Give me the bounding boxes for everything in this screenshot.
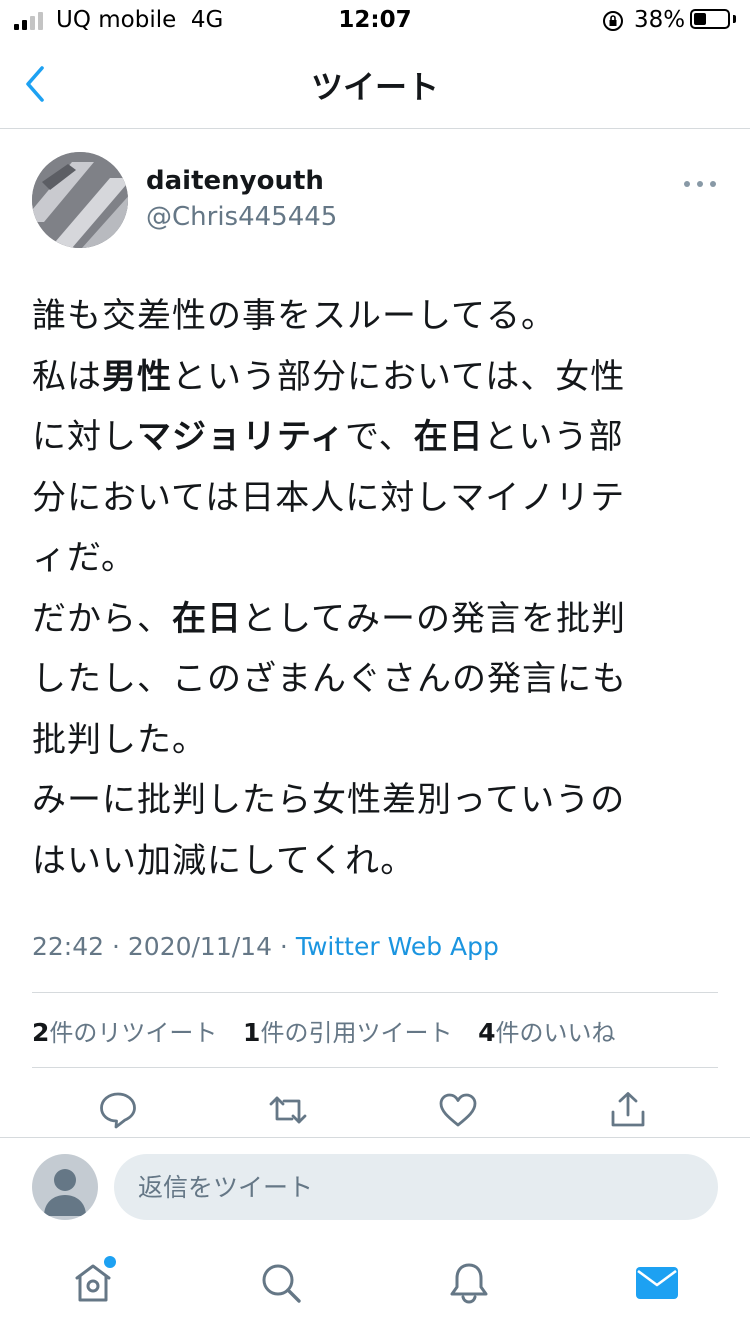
quote-count-link[interactable]: 1件の引用ツイート xyxy=(243,1018,453,1047)
battery-cap xyxy=(733,15,736,23)
tweet-text-bold: 男性 xyxy=(102,356,172,397)
quote-count-label: 件の引用ツイート xyxy=(260,1019,453,1047)
tweet-text-bold: 在日 xyxy=(172,598,242,639)
bell-icon[interactable] xyxy=(446,1260,492,1306)
rotation-lock-icon xyxy=(603,11,623,31)
tweet-text-run: 分においては日本人に対しマイノリテ xyxy=(32,477,626,518)
tweet-text-run: という部分においては、女性 xyxy=(172,356,626,397)
tweet-text-bold: 在日 xyxy=(413,417,484,457)
status-bar: UQ mobile 4G 12:07 38% xyxy=(0,0,750,40)
tweet-text-run: したし、このざまんぐさんの発言にも xyxy=(32,659,627,699)
nav-header: ツイート xyxy=(0,40,750,129)
battery-icon xyxy=(690,9,730,29)
tweet-text-run: 誰も交差性の事をスルーしてる。 xyxy=(32,296,556,336)
tweet-text-line: はいい加減にしてくれ。 xyxy=(32,831,722,892)
tweet-text-line: 誰も交差性の事をスルーしてる。 xyxy=(32,286,722,347)
tweet-text-line: に対しマジョリティで、在日という部 xyxy=(32,407,722,468)
divider xyxy=(32,992,718,993)
tweet-text-line: みーに批判したら女性差別っていうの xyxy=(32,770,722,831)
default-avatar-icon xyxy=(44,1169,86,1216)
tweet-text-run: という部 xyxy=(483,417,624,457)
ellipsis-icon[interactable] xyxy=(684,178,716,190)
retweet-count-link[interactable]: 2件のリツイート xyxy=(32,1018,218,1047)
avatar-image xyxy=(32,152,128,248)
author-handle[interactable]: @Chris445445 xyxy=(146,202,337,232)
tweet-text: 誰も交差性の事をスルーしてる。 私は男性という部分においては、女性 に対しマジョリテ… xyxy=(32,286,722,891)
divider xyxy=(0,1137,750,1138)
battery-percentage: 38% xyxy=(634,7,686,33)
tweet-text-run: としてみーの発言を批判 xyxy=(242,598,626,639)
tweet-text-bold: マジョリティ xyxy=(137,417,345,457)
tweet-text-line: ィだ。 xyxy=(32,528,722,589)
quote-count: 1 xyxy=(243,1018,261,1047)
tweet-text-run: みーに批判したら女性差別っていうの xyxy=(32,780,626,820)
tweet-time: 22:42 xyxy=(32,932,105,961)
page-title: ツイート xyxy=(310,68,439,106)
tweet-text-line: したし、このざまんぐさんの発言にも xyxy=(32,649,722,710)
tweet-text-run: で、 xyxy=(344,417,414,457)
like-count-link[interactable]: 4件のいいね xyxy=(478,1018,616,1047)
tweet-text-run: に対し xyxy=(32,417,137,457)
tweet-text-run: ィだ。 xyxy=(32,538,136,578)
mail-icon[interactable] xyxy=(634,1260,680,1306)
notification-dot xyxy=(104,1256,116,1268)
share-icon[interactable] xyxy=(608,1090,648,1130)
tweet-source-link[interactable]: Twitter Web App xyxy=(296,932,499,961)
heart-icon[interactable] xyxy=(438,1090,478,1130)
like-count-label: 件のいいね xyxy=(495,1019,616,1047)
tweet-text-run: はいい加減にしてくれ。 xyxy=(32,840,416,881)
tweet-text-run: 私は xyxy=(32,356,102,397)
author-name[interactable]: daitenyouth xyxy=(146,166,324,196)
tweet-text-run: だから、 xyxy=(32,598,172,639)
tweet-meta: 22:42 · 2020/11/14 · Twitter Web App xyxy=(32,932,499,961)
meta-separator: · xyxy=(104,932,128,961)
reply-input[interactable] xyxy=(114,1154,718,1220)
tweet-text-line: 私は男性という部分においては、女性 xyxy=(32,347,722,408)
meta-separator: · xyxy=(271,932,296,961)
retweet-icon[interactable] xyxy=(268,1090,308,1130)
tweet-text-run: 批判した。 xyxy=(32,719,207,760)
retweet-count-label: 件のリツイート xyxy=(49,1019,218,1047)
tweet-text-line: 分においては日本人に対しマイノリテ xyxy=(32,468,722,529)
tweet-text-line: 批判した。 xyxy=(32,710,722,771)
user-avatar[interactable] xyxy=(32,1154,98,1220)
divider xyxy=(32,1067,718,1068)
tweet-date: 2020/11/14 xyxy=(127,932,272,961)
like-count: 4 xyxy=(478,1018,496,1047)
search-icon[interactable] xyxy=(258,1260,304,1306)
tweet-text-line: だから、在日としてみーの発言を批判 xyxy=(32,589,722,650)
comment-icon[interactable] xyxy=(98,1090,138,1130)
author-avatar[interactable] xyxy=(32,152,128,248)
tweet-stats: 2件のリツイート 1件の引用ツイート 4件のいいね xyxy=(32,1013,634,1048)
retweet-count: 2 xyxy=(32,1018,50,1047)
